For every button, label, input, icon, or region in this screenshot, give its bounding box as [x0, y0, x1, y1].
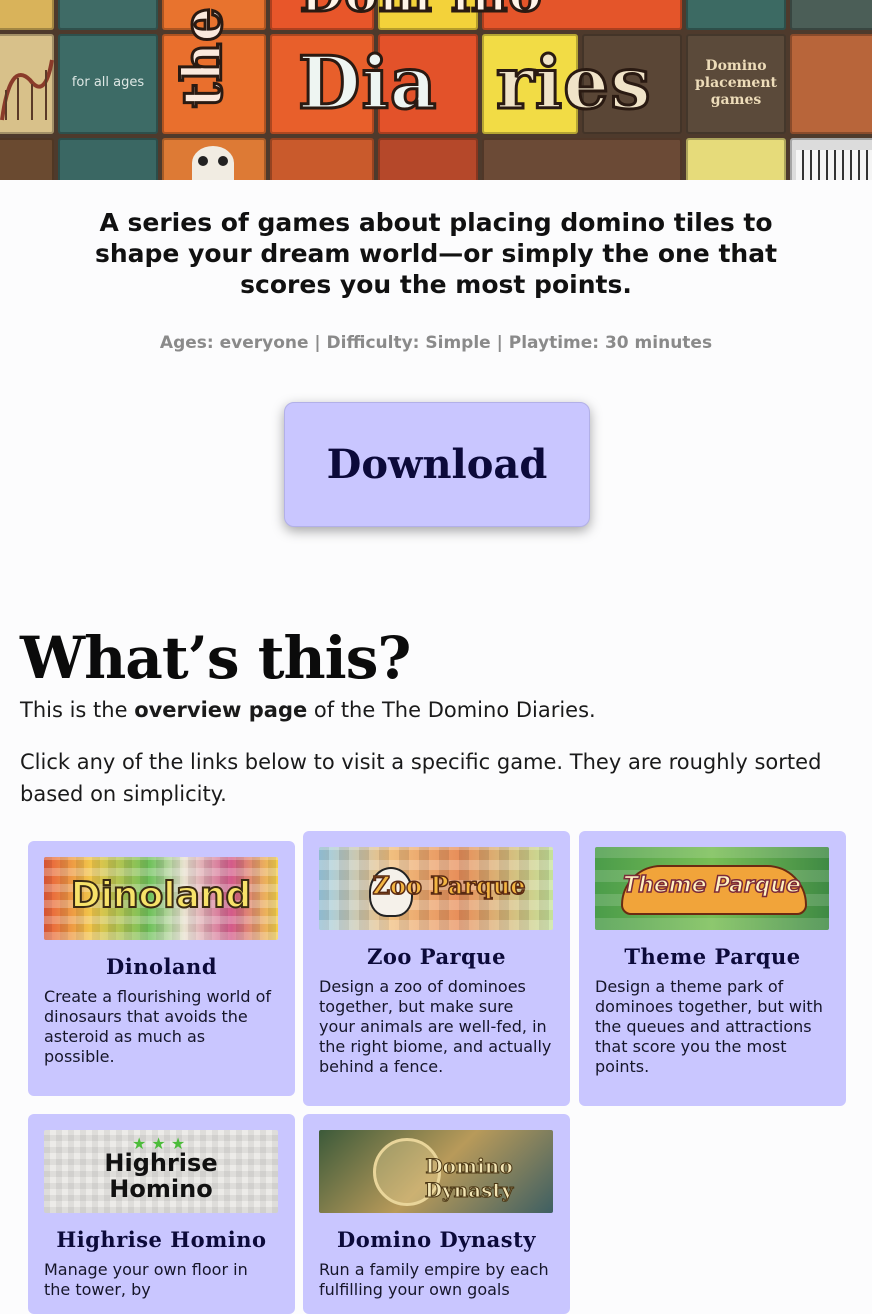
card-title: Domino Dynasty	[336, 1227, 536, 1252]
zoo-parque-logo-text: Zoo Parque	[372, 870, 527, 901]
overview-page-emphasis: overview page	[134, 698, 308, 722]
placement-games-badge: Domino placement games	[695, 58, 777, 108]
intro-text-pre: This is the	[20, 698, 135, 722]
card-description: Manage your own floor in the tower, by	[44, 1260, 248, 1299]
card-description: Create a flourishing world of dinosaurs …	[44, 987, 272, 1066]
game-meta-info: Ages: everyone | Difficulty: Simple | Pl…	[159, 333, 713, 353]
hero-tile	[378, 138, 478, 180]
game-card-zoo-parque[interactable]: Zoo Parque Zoo Parque Design a zoo of do…	[303, 831, 570, 1106]
hero-tile	[0, 138, 54, 180]
hero-tile	[270, 138, 374, 180]
roller-coaster-illustration	[0, 59, 54, 121]
piano-keys-illustration	[796, 150, 872, 180]
card-title: Dinoland	[106, 954, 217, 979]
card-title: Zoo Parque	[367, 944, 506, 969]
card-description: Design a theme park of dominoes together…	[595, 977, 823, 1076]
game-card-highrise-homino[interactable]: ★ ★ ★ Highrise Homino Highrise Homino Ma…	[28, 1114, 295, 1314]
download-button[interactable]: Download	[284, 402, 590, 527]
dinoland-logo-text: Dinoland	[70, 874, 253, 917]
game-card-theme-parque[interactable]: Theme Parque Theme Parque Design a theme…	[579, 831, 846, 1106]
game-card-domino-dynasty[interactable]: Domino Dynasty Domino Dynasty Run a fami…	[303, 1114, 570, 1314]
intro-paragraph: This is the overview page of the The Dom…	[20, 694, 860, 726]
highrise-homino-thumbnail: ★ ★ ★ Highrise Homino	[44, 1130, 278, 1213]
hero-title-ries: ries	[495, 39, 653, 127]
hero-title-dia: Dia	[296, 39, 438, 127]
section-title: What’s this?	[20, 624, 411, 692]
card-title: Highrise Homino	[56, 1227, 267, 1252]
hero-tile	[58, 0, 158, 30]
intro-text-post: of the The Domino Diaries.	[307, 698, 596, 722]
for-all-ages-badge: for all ages	[71, 75, 145, 90]
hero-banner: the Dom ino Dia ries for all ages Domino…	[0, 0, 872, 180]
card-title: Theme Parque	[624, 944, 801, 969]
theme-parque-logo-text: Theme Parque	[622, 872, 801, 899]
hero-tile	[790, 34, 872, 134]
hero-title-the: the	[169, 5, 236, 110]
hero-tile	[686, 0, 786, 30]
hero-tile	[58, 138, 158, 180]
hero-tile	[0, 0, 54, 30]
zoo-parque-thumbnail: Zoo Parque	[319, 847, 553, 930]
hero-tile	[790, 0, 872, 30]
theme-parque-thumbnail: Theme Parque	[595, 847, 829, 930]
domino-dynasty-thumbnail: Domino Dynasty	[319, 1130, 553, 1213]
card-description: Run a family empire by each fulfilling y…	[319, 1260, 549, 1299]
tagline: A series of games about placing domino t…	[94, 208, 778, 299]
hero-title-domino: Dom ino	[299, 0, 544, 25]
dinoland-thumbnail: Dinoland	[44, 857, 278, 940]
card-description: Design a zoo of dominoes together, but m…	[319, 977, 552, 1076]
game-card-dinoland[interactable]: Dinoland Dinoland Create a flourishing w…	[28, 841, 295, 1096]
highrise-homino-logo-text: Highrise Homino	[104, 1149, 218, 1203]
hero-tile	[482, 138, 682, 180]
domino-dynasty-logo-text: Domino Dynasty	[424, 1154, 514, 1203]
hero-tile	[686, 138, 786, 180]
panda-illustration	[192, 146, 234, 180]
instructions-paragraph: Click any of the links below to visit a …	[20, 750, 822, 806]
